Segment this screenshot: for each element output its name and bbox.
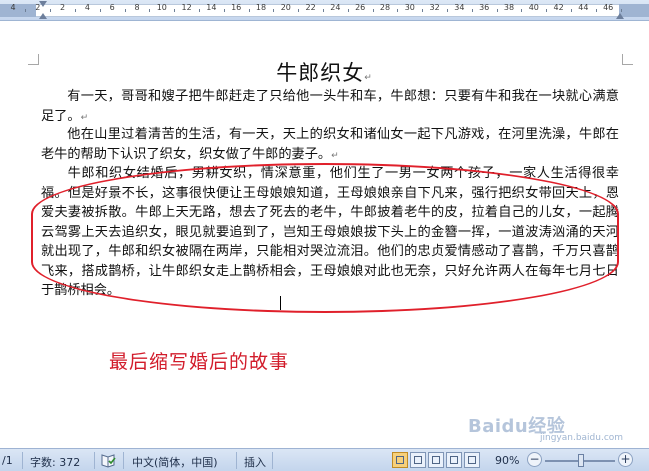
ruler-number: 38 bbox=[503, 3, 515, 12]
ruler-tick bbox=[447, 9, 448, 12]
ruler-tick bbox=[595, 9, 597, 12]
right-indent-marker[interactable] bbox=[616, 13, 624, 19]
zoom-slider-thumb[interactable] bbox=[578, 454, 585, 467]
ruler-number: 10 bbox=[156, 3, 167, 12]
paragraph-mark-icon: ↵ bbox=[331, 150, 339, 161]
ruler-number: 18 bbox=[255, 3, 267, 12]
ruler-number: 14 bbox=[206, 3, 217, 12]
ruler-tick bbox=[174, 9, 176, 12]
zoom-level[interactable]: 90% bbox=[495, 454, 519, 467]
ruler-left-margin bbox=[0, 4, 36, 17]
web-layout-icon bbox=[432, 456, 440, 464]
document-page[interactable]: 牛郎织女↵ 有一天，哥哥和嫂子把牛郎赶走了只给他一头牛和车，牛郎想：只要有牛和我… bbox=[0, 21, 649, 448]
ruler-tick bbox=[347, 9, 349, 12]
paragraph-2[interactable]: 他在山里过着清苦的生活，有一天，天上的织女和诸仙女一起下凡游戏，在河里洗澡，牛郎… bbox=[41, 125, 619, 166]
ruler-number: 28 bbox=[379, 3, 391, 12]
ruler-number: 32 bbox=[429, 3, 440, 12]
ruler-tick bbox=[397, 9, 399, 12]
insert-mode-indicator[interactable]: 插入 bbox=[244, 454, 266, 470]
paragraph-1-text: 有一天，哥哥和嫂子把牛郎赶走了只给他一头牛和车，牛郎想：只要有牛和我在一块就心满… bbox=[41, 89, 619, 124]
status-bar: /1 字数: 372 中文(简体，中国) 插入 90% − + bbox=[0, 448, 649, 471]
ruler-tick bbox=[422, 9, 424, 12]
ruler-tick bbox=[223, 9, 225, 12]
ruler-number: 36 bbox=[479, 3, 490, 12]
status-divider bbox=[22, 452, 23, 469]
horizontal-ruler[interactable]: 4 2 2 4 6 8 10 12 14 16 18 20 22 24 26 28 30 32 34 36 38 40 42… bbox=[0, 0, 649, 21]
ruler-number: 24 bbox=[330, 3, 341, 12]
status-divider bbox=[272, 452, 273, 469]
ruler-tick bbox=[124, 9, 126, 12]
ruler-tick bbox=[75, 9, 76, 12]
ruler-number: 30 bbox=[404, 3, 415, 12]
ruler-number: 12 bbox=[181, 3, 192, 12]
word-count-indicator[interactable]: 字数: 372 bbox=[30, 454, 80, 470]
draft-view-button[interactable] bbox=[464, 452, 480, 468]
paragraph-2-text: 他在山里过着清苦的生活，有一天，天上的织女和诸仙女一起下凡游戏，在河里洗澡，牛郎… bbox=[41, 127, 619, 162]
ruler-tick bbox=[298, 9, 300, 12]
ruler-number: 22 bbox=[305, 3, 316, 12]
print-layout-view-button[interactable] bbox=[392, 452, 408, 468]
paragraph-mark-icon: ↵ bbox=[364, 73, 373, 83]
reading-view-icon bbox=[414, 456, 422, 464]
text-cursor bbox=[280, 296, 281, 310]
ruler-number: 34 bbox=[454, 3, 465, 12]
ruler-tick bbox=[571, 9, 572, 12]
ruler-tick bbox=[248, 9, 250, 12]
ruler-number: 8 bbox=[134, 3, 140, 12]
ruler-tick bbox=[50, 9, 52, 12]
ruler-number: 40 bbox=[528, 3, 539, 12]
print-layout-icon bbox=[396, 456, 404, 464]
ruler-tick bbox=[99, 9, 101, 12]
ruler-number: 16 bbox=[231, 3, 242, 12]
zoom-in-button[interactable]: + bbox=[618, 452, 633, 467]
ruler-tick bbox=[25, 9, 27, 12]
ruler-tick bbox=[149, 9, 151, 12]
document-title-text: 牛郎织女 bbox=[276, 61, 365, 85]
page-number-indicator[interactable]: /1 bbox=[2, 454, 13, 467]
ruler-tick bbox=[273, 9, 275, 12]
ruler-number: 46 bbox=[603, 3, 614, 12]
red-highlight-ellipse bbox=[31, 163, 619, 313]
ruler-number: 42 bbox=[553, 3, 564, 12]
full-screen-reading-view-button[interactable] bbox=[410, 452, 426, 468]
ruler-tick bbox=[199, 9, 200, 12]
status-divider bbox=[94, 452, 95, 469]
ruler-tick bbox=[620, 9, 622, 12]
ruler-number: 6 bbox=[109, 3, 115, 12]
word-window: 4 2 2 4 6 8 10 12 14 16 18 20 22 24 26 28 30 32 34 36 38 40 42… bbox=[0, 0, 649, 471]
ruler-number: 4 bbox=[10, 3, 16, 12]
zoom-out-button[interactable]: − bbox=[527, 452, 542, 467]
outline-icon bbox=[450, 456, 458, 464]
ruler-number: 44 bbox=[578, 3, 589, 12]
document-title[interactable]: 牛郎织女↵ bbox=[0, 57, 649, 87]
ruler-tick bbox=[372, 9, 374, 12]
paragraph-mark-icon: ↵ bbox=[80, 112, 89, 123]
first-line-indent-marker[interactable] bbox=[39, 1, 47, 7]
ruler-tick bbox=[521, 9, 523, 12]
ruler-tick bbox=[546, 9, 548, 12]
web-layout-view-button[interactable] bbox=[428, 452, 444, 468]
ruler-tick bbox=[471, 9, 473, 12]
hanging-indent-marker[interactable] bbox=[39, 13, 47, 19]
ruler-number: 26 bbox=[355, 3, 366, 12]
paragraph-1[interactable]: 有一天，哥哥和嫂子把牛郎赶走了只给他一头牛和车，牛郎想：只要有牛和我在一块就心满… bbox=[41, 87, 619, 128]
annotation-text: 最后缩写婚后的故事 bbox=[109, 351, 290, 373]
baidu-watermark-url: jingyan.baidu.com bbox=[540, 433, 624, 443]
ruler-number: 20 bbox=[280, 3, 291, 12]
status-divider bbox=[123, 452, 124, 469]
language-indicator[interactable]: 中文(简体，中国) bbox=[132, 454, 218, 470]
ruler-tick bbox=[323, 9, 324, 12]
proofing-book-icon[interactable] bbox=[100, 452, 116, 468]
status-divider bbox=[236, 452, 237, 469]
ruler-tick bbox=[496, 9, 498, 12]
ruler-number: 2 bbox=[60, 3, 66, 12]
ruler-number: 4 bbox=[84, 3, 90, 12]
outline-view-button[interactable] bbox=[446, 452, 462, 468]
draft-icon bbox=[468, 456, 476, 464]
